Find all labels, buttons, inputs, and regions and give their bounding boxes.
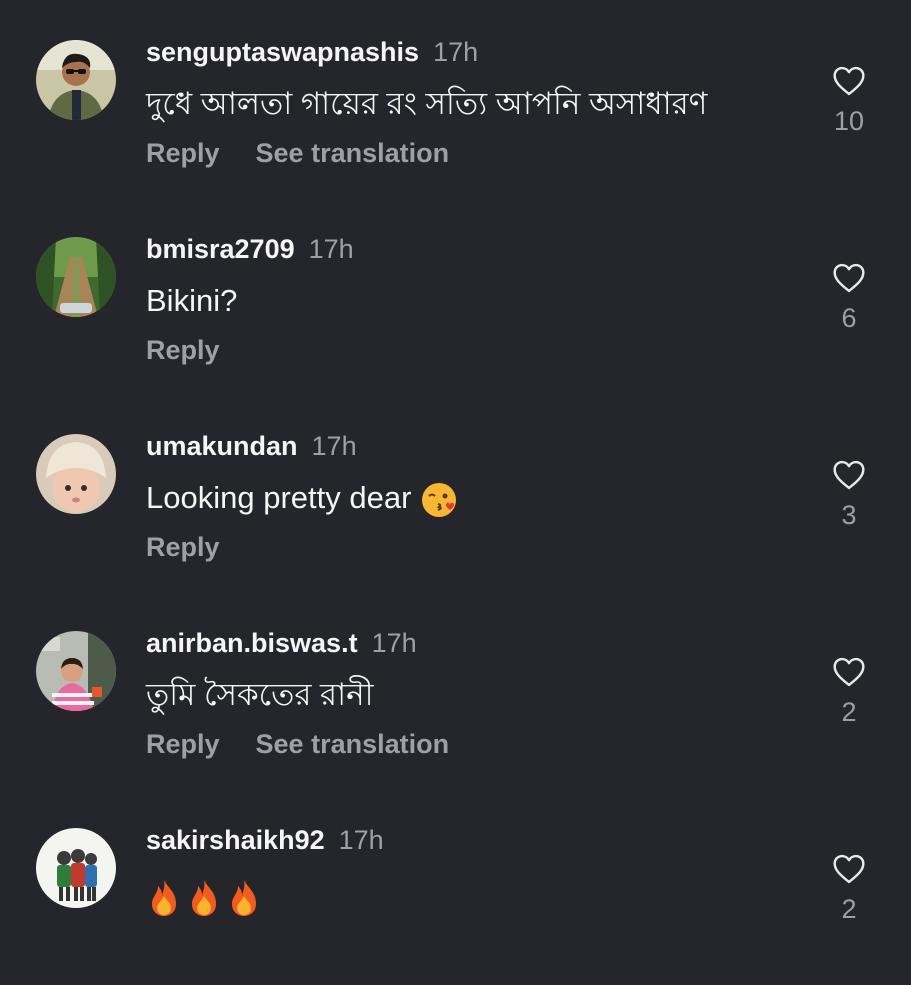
comment-text: Looking pretty dear [146,480,412,515]
comment-text-row [146,874,262,918]
heart-icon [833,854,865,884]
like-button[interactable]: 2 [822,657,876,728]
child-room-avatar-icon [36,631,116,711]
fire-emoji-icon [226,878,262,918]
friends-drawing-avatar-icon [36,828,116,908]
comment-text: Bikini? [146,283,238,318]
comment-header: sakirshaikh92 17h [146,825,384,856]
see-translation-button[interactable]: See translation [256,729,450,759]
heart-icon [833,460,865,490]
comment-header: senguptaswapnashis 17h [146,37,478,68]
heart-icon [833,66,865,96]
comment-item: anirban.biswas.t 17h তুমি সৈকতের রানী Rep… [0,591,911,788]
comment-item: bmisra2709 17h Bikini? Reply 6 [0,197,911,394]
like-button[interactable]: 10 [822,66,876,137]
heart-icon [833,263,865,293]
like-count: 2 [841,697,857,727]
username[interactable]: umakundan [146,431,298,461]
avatar[interactable] [36,631,116,711]
forest-road-avatar-icon [36,237,116,317]
comment-text-row: Looking pretty dear [146,476,458,520]
reply-button[interactable]: Reply [146,729,220,759]
comment-header: anirban.biswas.t 17h [146,628,417,659]
avatar[interactable] [36,237,116,317]
reply-button[interactable]: Reply [146,532,220,562]
fire-emoji-icon [186,878,222,918]
comment-header: bmisra2709 17h [146,234,354,265]
baby-hat-avatar-icon [36,434,116,514]
like-count: 2 [841,894,857,924]
fire-emoji-icon [146,878,182,918]
comment-item: umakundan 17h Looking pretty dear Reply 3 [0,394,911,591]
comment-actions: Reply [146,335,220,366]
see-translation-button[interactable]: See translation [256,138,450,168]
reply-button[interactable]: Reply [146,335,220,365]
heart-icon [833,657,865,687]
comment-actions: Reply [146,532,220,563]
comment-actions: Reply See translation [146,729,449,760]
avatar[interactable] [36,40,116,120]
like-button[interactable]: 6 [822,263,876,334]
comment-header: umakundan 17h [146,431,357,462]
username[interactable]: senguptaswapnashis [146,37,419,67]
username[interactable]: anirban.biswas.t [146,628,358,658]
like-count: 10 [833,106,865,136]
comment-text: তুমি সৈকতের রানী [146,677,374,712]
like-count: 3 [841,500,857,530]
person-sunglasses-avatar-icon [36,40,116,120]
timestamp: 17h [371,628,417,658]
like-count: 6 [841,303,857,333]
reply-button[interactable]: Reply [146,138,220,168]
timestamp: 17h [311,431,357,461]
username[interactable]: sakirshaikh92 [146,825,325,855]
username[interactable]: bmisra2709 [146,234,295,264]
timestamp: 17h [338,825,384,855]
comment-item: senguptaswapnashis 17h দুধে আলতা গায়ের র… [0,0,911,197]
comment-actions: Reply See translation [146,138,449,169]
avatar[interactable] [36,828,116,908]
kissing-wink-emoji-icon [420,481,458,519]
like-button[interactable]: 3 [822,460,876,531]
comment-item: sakirshaikh92 17h 2 [0,788,911,985]
timestamp: 17h [433,37,479,67]
comment-text: দুধে আলতা গায়ের রং সত্যি আপনি অসাধারণ [146,86,708,121]
like-button[interactable]: 2 [822,854,876,925]
timestamp: 17h [308,234,354,264]
avatar[interactable] [36,434,116,514]
